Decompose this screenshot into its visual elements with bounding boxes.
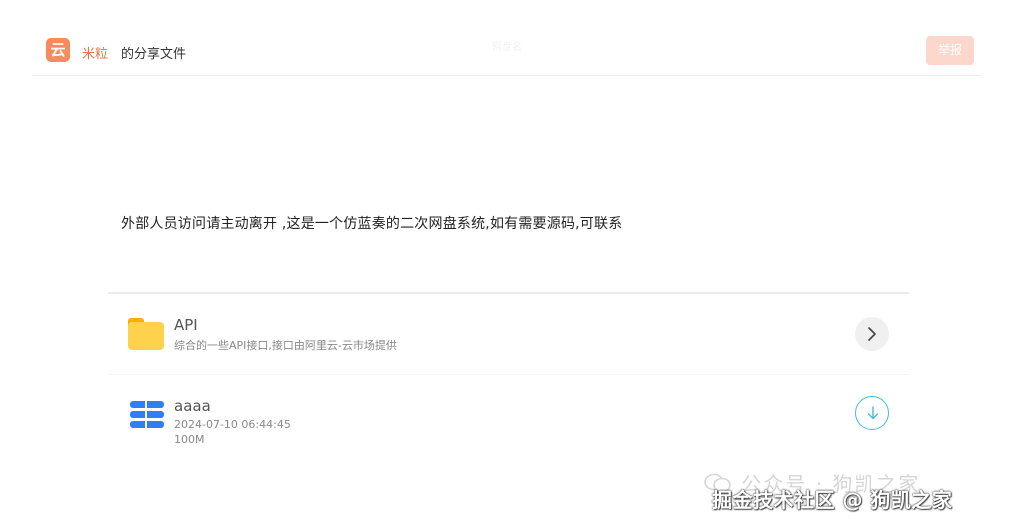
chevron-right-icon <box>868 327 876 341</box>
cloud-logo-icon: 云 <box>46 38 70 62</box>
database-icon <box>130 401 164 429</box>
owner-name: 米粒 <box>82 47 109 62</box>
file-name[interactable]: aaaa <box>174 397 211 415</box>
folder-icon <box>128 318 164 350</box>
file-row-folder[interactable]: API 综合的一些API接口,接口由阿里云-云市场提供 <box>108 294 909 375</box>
download-icon <box>867 406 879 420</box>
share-header: 云 米粒 的分享文件 网盘名 举报 <box>32 28 982 76</box>
share-title-suffix: 的分享文件 <box>121 47 187 62</box>
download-button[interactable] <box>855 396 889 430</box>
file-size: 100M <box>174 433 205 446</box>
report-button[interactable]: 举报 <box>926 36 974 65</box>
file-description: 综合的一些API接口,接口由阿里云-云市场提供 <box>174 339 397 352</box>
share-description: 外部人员访问请主动离开 ,这是一个仿蓝奏的二次网盘系统,如有需要源码,可联系 <box>121 216 623 232</box>
juejin-watermark: 掘金技术社区 @ 狗凯之家 <box>712 488 953 512</box>
file-row-file[interactable]: aaaa 2024-07-10 06:44:45 100M <box>108 375 909 456</box>
file-list: API 综合的一些API接口,接口由阿里云-云市场提供 aaaa 2024-07… <box>108 292 909 456</box>
file-name[interactable]: API <box>174 316 198 334</box>
header-faint-title: 网盘名 <box>492 42 522 53</box>
open-folder-button[interactable] <box>855 317 889 351</box>
file-date: 2024-07-10 06:44:45 <box>174 418 291 431</box>
